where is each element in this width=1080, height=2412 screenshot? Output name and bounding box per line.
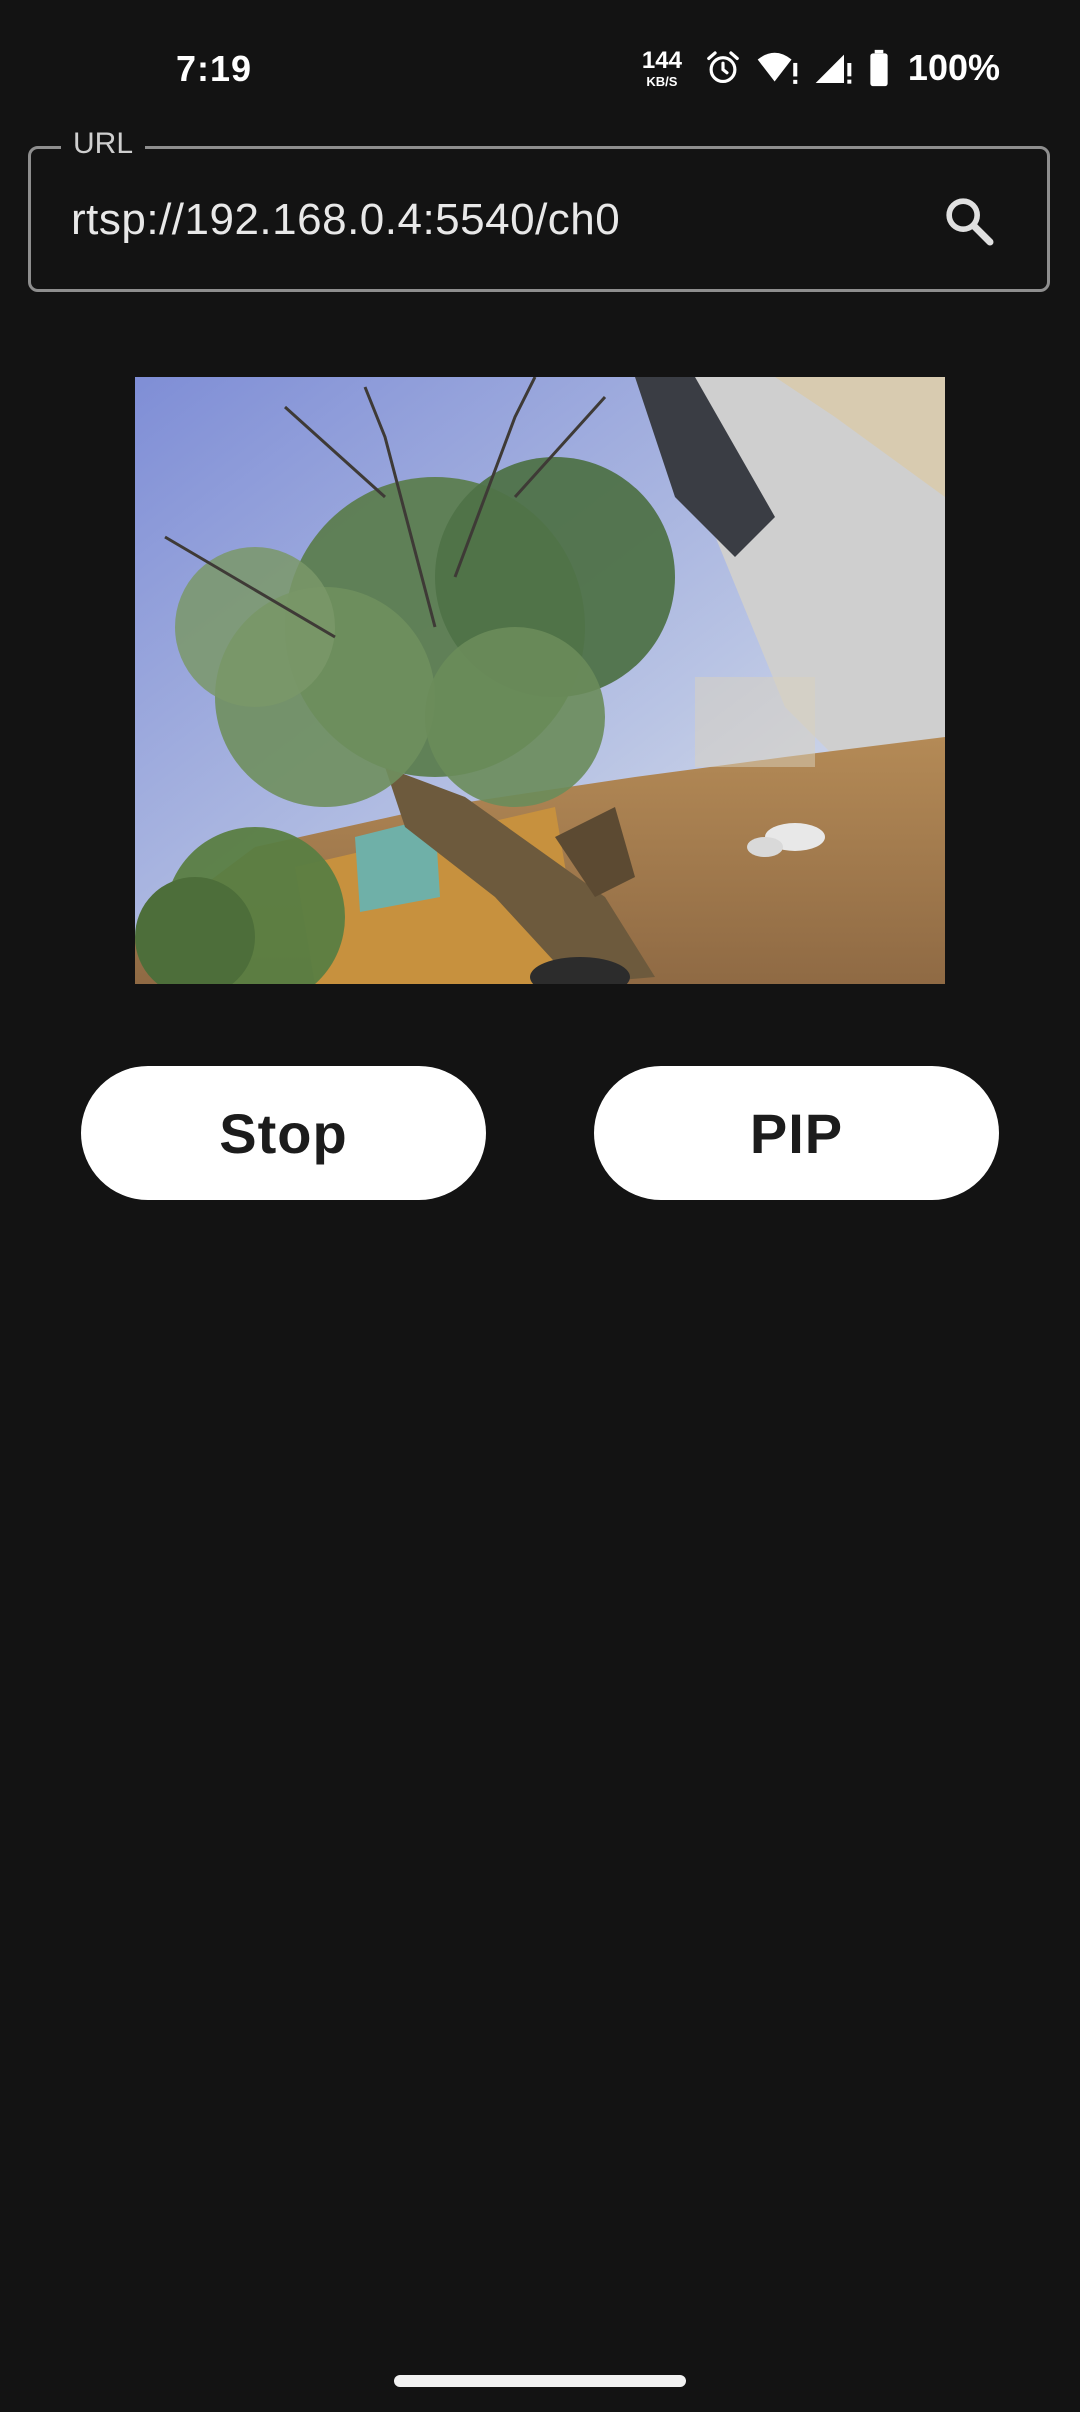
status-icons: 144 KB/S 100% bbox=[642, 44, 1000, 92]
alarm-icon bbox=[704, 49, 742, 87]
video-frame bbox=[135, 377, 945, 984]
url-field-label: URL bbox=[61, 127, 146, 161]
wifi-icon bbox=[756, 49, 800, 87]
status-time: 7:19 bbox=[176, 48, 253, 89]
url-field[interactable]: URL rtsp://192.168.0.4:5540/ch0 bbox=[28, 127, 1050, 292]
stop-button[interactable]: Stop bbox=[81, 1066, 486, 1200]
network-speed-value: 144 bbox=[641, 46, 682, 74]
search-icon[interactable] bbox=[941, 193, 997, 249]
video-player[interactable] bbox=[135, 377, 945, 984]
status-bar: 7:19 144 KB/S 100% bbox=[0, 0, 1080, 140]
network-speed-unit: KB/S bbox=[646, 73, 678, 89]
cellular-icon bbox=[814, 49, 854, 87]
network-speed: 144 KB/S bbox=[641, 46, 682, 89]
gesture-nav-bar[interactable] bbox=[394, 2375, 686, 2387]
url-input[interactable]: rtsp://192.168.0.4:5540/ch0 bbox=[71, 195, 620, 245]
pip-button[interactable]: PIP bbox=[594, 1066, 999, 1200]
battery-icon bbox=[868, 49, 890, 87]
battery-percent: 100% bbox=[907, 47, 1000, 88]
app-screen: 7:19 144 KB/S 100% URL rtsp://192.168.0.… bbox=[0, 0, 1080, 2412]
